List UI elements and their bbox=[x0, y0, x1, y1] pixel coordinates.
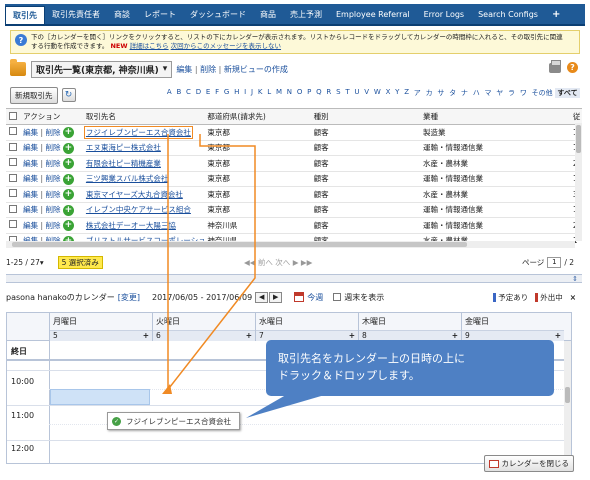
calendar-close-icon bbox=[488, 459, 499, 468]
dragged-account-chip[interactable]: ✓ フジイレブンピーエス合資会社 bbox=[107, 412, 240, 430]
annotation-overlay bbox=[162, 134, 328, 418]
drag-path-right bbox=[165, 134, 256, 393]
check-icon: ✓ bbox=[112, 416, 121, 426]
app-frame: 取引先 取引先責任者 商談 レポート ダッシュボード 商品 売上予測 Emplo… bbox=[0, 0, 590, 480]
instruction-callout: 取引先名をカレンダー上の日時の上に ドラック＆ドロップします。 bbox=[266, 340, 554, 396]
close-calendar-button[interactable]: カレンダーを閉じる bbox=[483, 455, 574, 472]
